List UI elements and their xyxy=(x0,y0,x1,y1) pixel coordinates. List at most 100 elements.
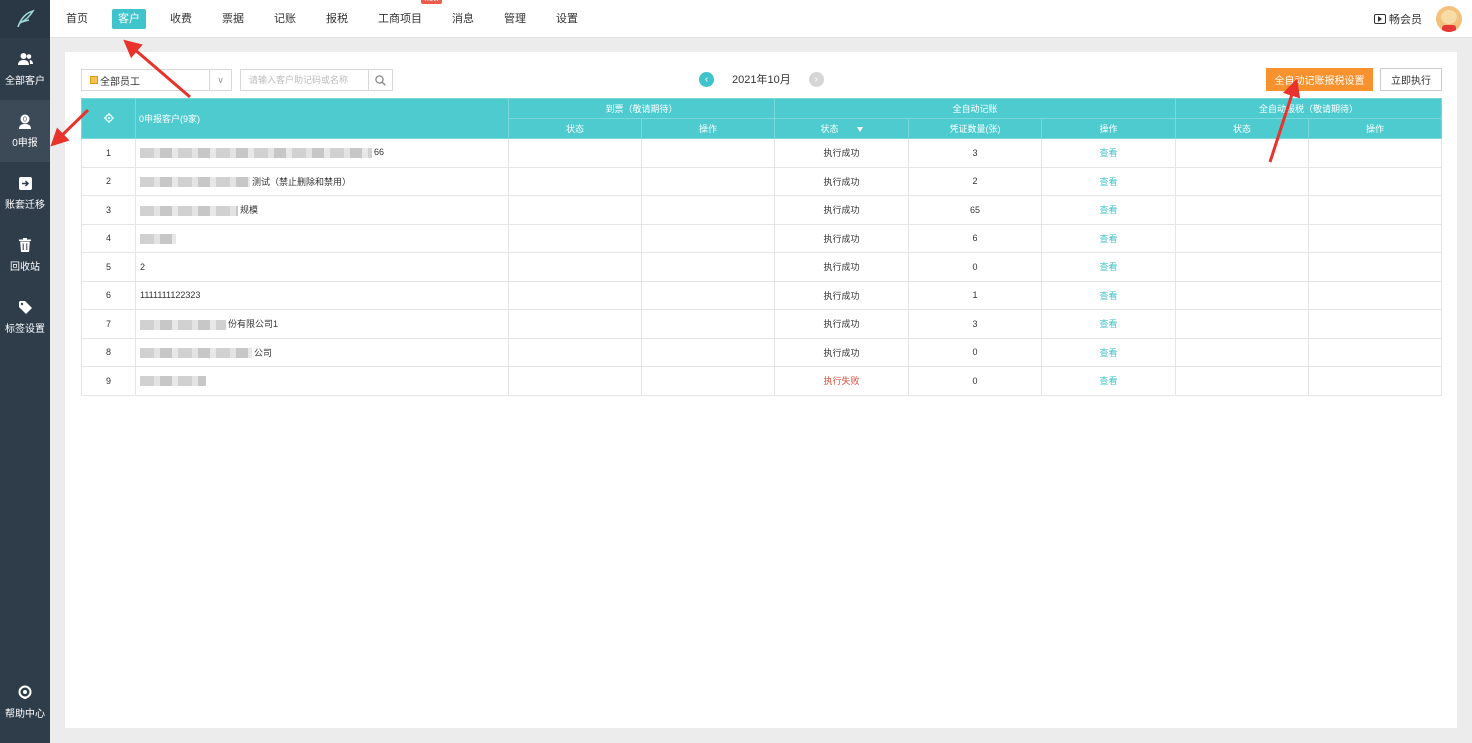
sidebar-item-tag-settings[interactable]: 标签设置 xyxy=(0,286,50,348)
customer-name: 1111111122323 xyxy=(135,280,509,310)
view-link[interactable]: 查看 xyxy=(1041,223,1177,253)
customer-name-visible: 公司 xyxy=(254,347,273,358)
sidebar-item-label: 全部客户 xyxy=(5,76,45,87)
run-now-button[interactable]: 立即执行 xyxy=(1380,68,1442,91)
invoice-action xyxy=(640,223,776,253)
row-number: 4 xyxy=(81,223,136,253)
sidebar-item-all-customers[interactable]: 全部客户 xyxy=(0,38,50,100)
staff-select[interactable]: 全部员工 ∨ xyxy=(81,69,232,91)
view-link[interactable]: 查看 xyxy=(1041,166,1177,196)
customer-name-header: 0申报客户(9家) xyxy=(135,98,509,139)
invoice-status xyxy=(508,138,642,168)
sidebar-item-label: 标签设置 xyxy=(5,324,45,335)
row-number: 1 xyxy=(81,138,136,168)
invoice-status xyxy=(508,195,642,225)
bookkeeping-status: 执行失败 xyxy=(774,366,910,396)
customer-name: 份有限公司1 xyxy=(135,309,509,339)
current-month: 2021年10月 xyxy=(732,74,791,86)
sidebar-item-label: 0申报 xyxy=(12,138,38,149)
sidebar-item-recycle-bin[interactable]: 回收站 xyxy=(0,224,50,286)
voucher-count: 65 xyxy=(908,195,1043,225)
nav-invoices[interactable]: 票据 xyxy=(216,9,250,29)
filter-icon[interactable] xyxy=(856,127,863,133)
auto-setting-button[interactable]: 全自动记账报税设置 xyxy=(1266,68,1373,91)
view-link[interactable]: 查看 xyxy=(1041,280,1177,310)
column-settings[interactable] xyxy=(81,98,136,139)
prev-month-icon[interactable]: ‹ xyxy=(699,71,714,87)
table-row: 2 测试（禁止删除和禁用） 执行成功 2 查看 xyxy=(81,166,1443,196)
voucher-count: 1 xyxy=(908,280,1043,310)
nav-charges[interactable]: 收费 xyxy=(164,9,198,29)
gear-icon[interactable] xyxy=(103,112,114,125)
invoice-action xyxy=(640,195,776,225)
zero-report-table: 0申报客户(9家) 到票（敬请期待） 全自动记账 全自动报税（敬请期待） 状态 … xyxy=(81,98,1443,396)
view-link[interactable]: 查看 xyxy=(1041,366,1177,396)
search-icon[interactable] xyxy=(368,70,392,90)
bookkeeping-status-header[interactable]: 状态 xyxy=(774,118,910,139)
row-number: 2 xyxy=(81,166,136,196)
app-logo[interactable] xyxy=(0,0,50,38)
invoice-action xyxy=(640,252,776,282)
nav-tax[interactable]: 报税 xyxy=(320,9,354,29)
status-header-label: 状态 xyxy=(820,124,839,134)
invoice-status xyxy=(508,223,642,253)
month-switcher: ‹ 2021年10月 › xyxy=(699,71,824,87)
sidebar-item-label: 回收站 xyxy=(10,262,40,273)
invoice-status xyxy=(508,252,642,282)
tax-status xyxy=(1175,280,1310,310)
sidebar-item-help-center[interactable]: 帮助中心 xyxy=(0,671,50,733)
chevron-down-icon[interactable]: ∨ xyxy=(209,70,231,90)
nav-messages[interactable]: 消息 xyxy=(446,9,480,29)
sidebar-item-label: 账套迁移 xyxy=(5,200,45,211)
nav-bookkeeping[interactable]: 记账 xyxy=(268,9,302,29)
bookkeeping-action-header: 操作 xyxy=(1041,118,1177,139)
row-number: 6 xyxy=(81,280,136,310)
bookkeeping-status: 执行成功 xyxy=(774,252,910,282)
redacted-text xyxy=(140,376,206,387)
bookkeeping-status: 执行成功 xyxy=(774,337,910,367)
member-link[interactable]: 畅会员 xyxy=(1374,11,1422,27)
customer-name: 66 xyxy=(135,138,509,168)
nav-business-projects[interactable]: 工商项目 new xyxy=(372,0,442,29)
view-link[interactable]: 查看 xyxy=(1041,252,1177,282)
headset-icon xyxy=(17,684,33,700)
tax-status xyxy=(1175,223,1310,253)
play-icon xyxy=(1374,14,1386,24)
next-month-icon[interactable]: › xyxy=(808,71,824,87)
tax-action-header: 操作 xyxy=(1308,118,1443,139)
tax-status xyxy=(1175,252,1310,282)
customer-name: 公司 xyxy=(135,337,509,367)
redacted-text xyxy=(140,148,372,159)
avatar[interactable] xyxy=(1436,6,1462,32)
invoice-status-header: 状态 xyxy=(508,118,642,139)
tax-status xyxy=(1175,366,1310,396)
sidebar-item-zero-report[interactable]: 0 0申报 xyxy=(0,100,50,162)
invoice-action xyxy=(640,280,776,310)
view-link[interactable]: 查看 xyxy=(1041,138,1177,168)
customer-name-visible: 份有限公司1 xyxy=(228,319,279,330)
nav-management[interactable]: 管理 xyxy=(498,9,532,29)
redacted-text xyxy=(140,319,226,330)
customer-name: 测试（禁止删除和禁用） xyxy=(135,166,509,196)
zero-report-icon: 0 xyxy=(17,113,33,129)
view-link[interactable]: 查看 xyxy=(1041,337,1177,367)
search-input[interactable] xyxy=(241,70,368,90)
voucher-count: 3 xyxy=(908,138,1043,168)
sidebar-item-account-migrate[interactable]: 账套迁移 xyxy=(0,162,50,224)
nav-customers[interactable]: 客户 xyxy=(112,9,146,29)
view-link[interactable]: 查看 xyxy=(1041,195,1177,225)
nav-settings[interactable]: 设置 xyxy=(550,9,584,29)
voucher-count: 3 xyxy=(908,309,1043,339)
customer-name-visible: 测试（禁止删除和禁用） xyxy=(252,176,352,187)
migrate-icon xyxy=(17,175,33,191)
voucher-count: 2 xyxy=(908,166,1043,196)
group-header-invoice: 到票（敬请期待） xyxy=(507,98,776,119)
toolbar: 全部员工 ∨ ‹ 2021年10月 › 全自动记账报税设置 立即执行 xyxy=(81,68,1442,91)
row-number: 5 xyxy=(81,252,136,282)
invoice-status xyxy=(508,366,642,396)
view-link[interactable]: 查看 xyxy=(1041,309,1177,339)
member-label: 畅会员 xyxy=(1389,14,1422,26)
invoice-status xyxy=(508,166,642,196)
nav-home[interactable]: 首页 xyxy=(60,9,94,29)
tax-action xyxy=(1308,195,1443,225)
